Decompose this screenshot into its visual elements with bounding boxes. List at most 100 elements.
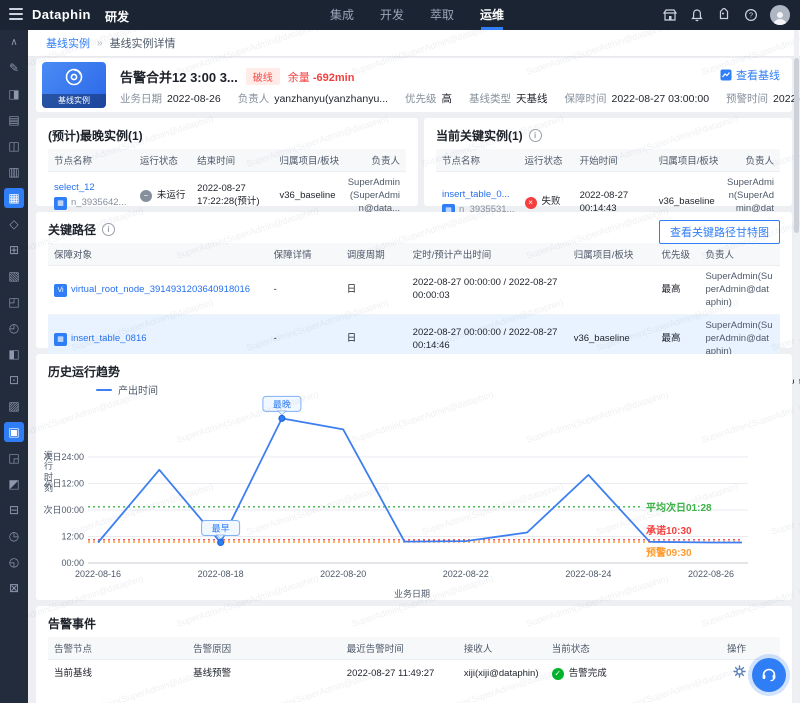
tag-icon[interactable] (716, 7, 732, 23)
status-failed: 失败 (525, 196, 568, 209)
sidebar-icon-window[interactable]: ◫ (4, 136, 24, 156)
col-end-time: 结束时间 (191, 149, 273, 172)
sidebar-icon-table[interactable]: ▥ (4, 162, 24, 182)
scrollbar-thumb[interactable] (794, 58, 799, 233)
view-gantt-button[interactable]: 查看关键路径甘特图 (659, 220, 780, 244)
nav-develop[interactable]: 开发 (380, 0, 404, 30)
sidebar-icon-half-panel[interactable]: ◧ (4, 344, 24, 364)
sidebar-icon-hatch[interactable]: ▨ (4, 396, 24, 416)
col-schedule-cycle: 调度周期 (341, 243, 407, 266)
table-node-icon: Vi (54, 284, 67, 297)
col-priority: 优先级 (656, 243, 700, 266)
sidebar-icon-pie[interactable]: ◵ (4, 552, 24, 572)
sidebar-icon-close-box[interactable]: ⊠ (4, 578, 24, 598)
cycle-cell: 日 (341, 266, 407, 315)
customer-service-button[interactable] (752, 658, 786, 692)
sidebar-icon-minus-box[interactable]: ⊟ (4, 500, 24, 520)
sidebar-icon-grid[interactable]: ▦ (4, 188, 24, 208)
alarm-events-title: 告警事件 (36, 606, 792, 637)
col-node-name: 节点名称 (436, 149, 519, 172)
not-running-icon (140, 190, 152, 202)
baseline-logo-icon (63, 66, 85, 93)
sidebar-icon-edit[interactable]: ✎ (4, 58, 24, 78)
info-icon[interactable] (102, 223, 115, 236)
trend-title: 历史运行趋势 (36, 354, 792, 385)
col-produce-time: 定时/预计产出时间 (407, 243, 568, 266)
svg-text:承诺10:30: 承诺10:30 (646, 524, 692, 537)
svg-text:预警09:30: 预警09:30 (646, 546, 692, 559)
col-project: 归属项目/板块 (653, 149, 718, 172)
alarm-reason-cell: 基线预警 (187, 660, 341, 688)
notification-bell-icon[interactable] (689, 7, 705, 23)
col-owner: 负责人 (699, 243, 780, 266)
instance-title-row: 告警合并12 3:00 3... 破线 余量 -692min (120, 67, 354, 86)
nav-operations[interactable]: 运维 (480, 0, 504, 30)
critical-path-card: 关键路径 查看关键路径甘特图 保障对象 保障详情 调度周期 定时/预计产出时间 … (36, 212, 792, 348)
svg-text:2022-08-20: 2022-08-20 (320, 569, 366, 579)
user-avatar[interactable] (770, 5, 790, 25)
sidebar-collapse-icon[interactable]: ∧ (10, 36, 17, 50)
node-link[interactable]: insert_table_0816 (71, 333, 147, 346)
node-link[interactable]: virtual_root_node_3914931203640918016 (71, 284, 250, 297)
svg-text:2022-08-26: 2022-08-26 (688, 569, 734, 579)
node-link[interactable]: insert_table_0... (442, 189, 510, 202)
sidebar-icon-add-grid[interactable]: ⊞ (4, 240, 24, 260)
sidebar-icon-quad[interactable]: ◰ (4, 292, 24, 312)
col-owner: 负责人 (718, 149, 780, 172)
col-alarm-time: 最近告警时间 (341, 637, 458, 660)
sidebar-icon-clock[interactable]: ◴ (4, 318, 24, 338)
sidebar-icon-corner[interactable]: ◲ (4, 448, 24, 468)
svg-text:业务日期: 业务日期 (394, 588, 430, 598)
product-name: 研发 (105, 8, 129, 25)
sidebar-icon-triangle-box[interactable]: ◩ (4, 474, 24, 494)
meta-business-date: 业务日期2022-08-26 (120, 91, 221, 106)
status-alarm-done: 告警完成 (552, 668, 686, 681)
nav-extract[interactable]: 萃取 (430, 0, 454, 30)
col-current-status: 当前状态 (546, 637, 692, 660)
sidebar-icon-board[interactable]: ◨ (4, 84, 24, 104)
col-receiver: 接收人 (458, 637, 546, 660)
breadcrumb-current: 基线实例详情 (110, 35, 176, 51)
sidebar-icon-monitor[interactable]: ▣ (4, 422, 24, 442)
svg-text:次日00:00: 次日00:00 (43, 504, 84, 515)
alarm-events-table: 告警节点 告警原因 最近告警时间 接收人 当前状态 操作 当前基线 基线预警 2… (48, 637, 780, 688)
table-node-icon: ▦ (54, 197, 67, 210)
workbench-icon[interactable] (662, 7, 678, 23)
sidebar-icon-list[interactable]: ▤ (4, 110, 24, 130)
failed-icon (525, 197, 537, 209)
sidebar-icon-shade[interactable]: ▧ (4, 266, 24, 286)
table-row: 当前基线 基线预警 2022-08-27 11:49:27 xiji(xiji@… (48, 660, 780, 688)
svg-text:次日12:00: 次日12:00 (43, 478, 84, 489)
sidebar-icon-time[interactable]: ◷ (4, 526, 24, 546)
time-cell: 2022-08-27 00:00:00 / 2022-08-27 00:00:0… (407, 266, 568, 315)
sidebar-icon-list: ✎ ◨ ▤ ◫ ▥ ▦ ◇ ⊞ ▧ ◰ ◴ ◧ ⊡ ▨ ▣ ◲ ◩ ⊟ ◷ ◵ ⊠ (4, 58, 24, 604)
info-icon[interactable] (529, 129, 542, 142)
sidebar-icon-dot-box[interactable]: ⊡ (4, 370, 24, 390)
top-nav: 集成 开发 萃取 运维 (330, 0, 504, 30)
view-baseline-link[interactable]: 查看基线 (720, 67, 780, 83)
brand-logo: Dataphin (32, 7, 91, 22)
legend-line-icon (96, 389, 112, 391)
sidebar-icon-node[interactable]: ◇ (4, 214, 24, 234)
svg-text:最晚: 最晚 (273, 399, 291, 409)
meta-baseline-type: 基线类型天基线 (469, 91, 548, 106)
col-action: 操作 (692, 637, 780, 660)
svg-text:最早: 最早 (212, 523, 230, 533)
col-guarantee-detail: 保障详情 (268, 243, 341, 266)
alarm-done-icon (552, 668, 564, 680)
instance-header-card: 基线实例 告警合并12 3:00 3... 破线 余量 -692min 业务日期… (36, 58, 792, 112)
col-alarm-node: 告警节点 (48, 637, 187, 660)
nav-integration[interactable]: 集成 (330, 0, 354, 30)
priority-cell: 最高 (656, 266, 700, 315)
svg-text:12:00: 12:00 (61, 532, 84, 542)
hamburger-menu-icon[interactable] (9, 8, 23, 20)
node-link[interactable]: select_12 (54, 182, 95, 195)
svg-text:2022-08-24: 2022-08-24 (565, 569, 611, 579)
help-icon[interactable]: ? (743, 7, 759, 23)
svg-text:00:00: 00:00 (61, 558, 84, 568)
breadcrumb-parent-link[interactable]: 基线实例 (46, 35, 90, 51)
meta-guarantee-time: 保障时间2022-08-27 03:00:00 (565, 91, 710, 106)
alarm-config-gear-icon[interactable] (733, 665, 746, 683)
project-cell (568, 266, 656, 315)
col-guarantee-object: 保障对象 (48, 243, 268, 266)
